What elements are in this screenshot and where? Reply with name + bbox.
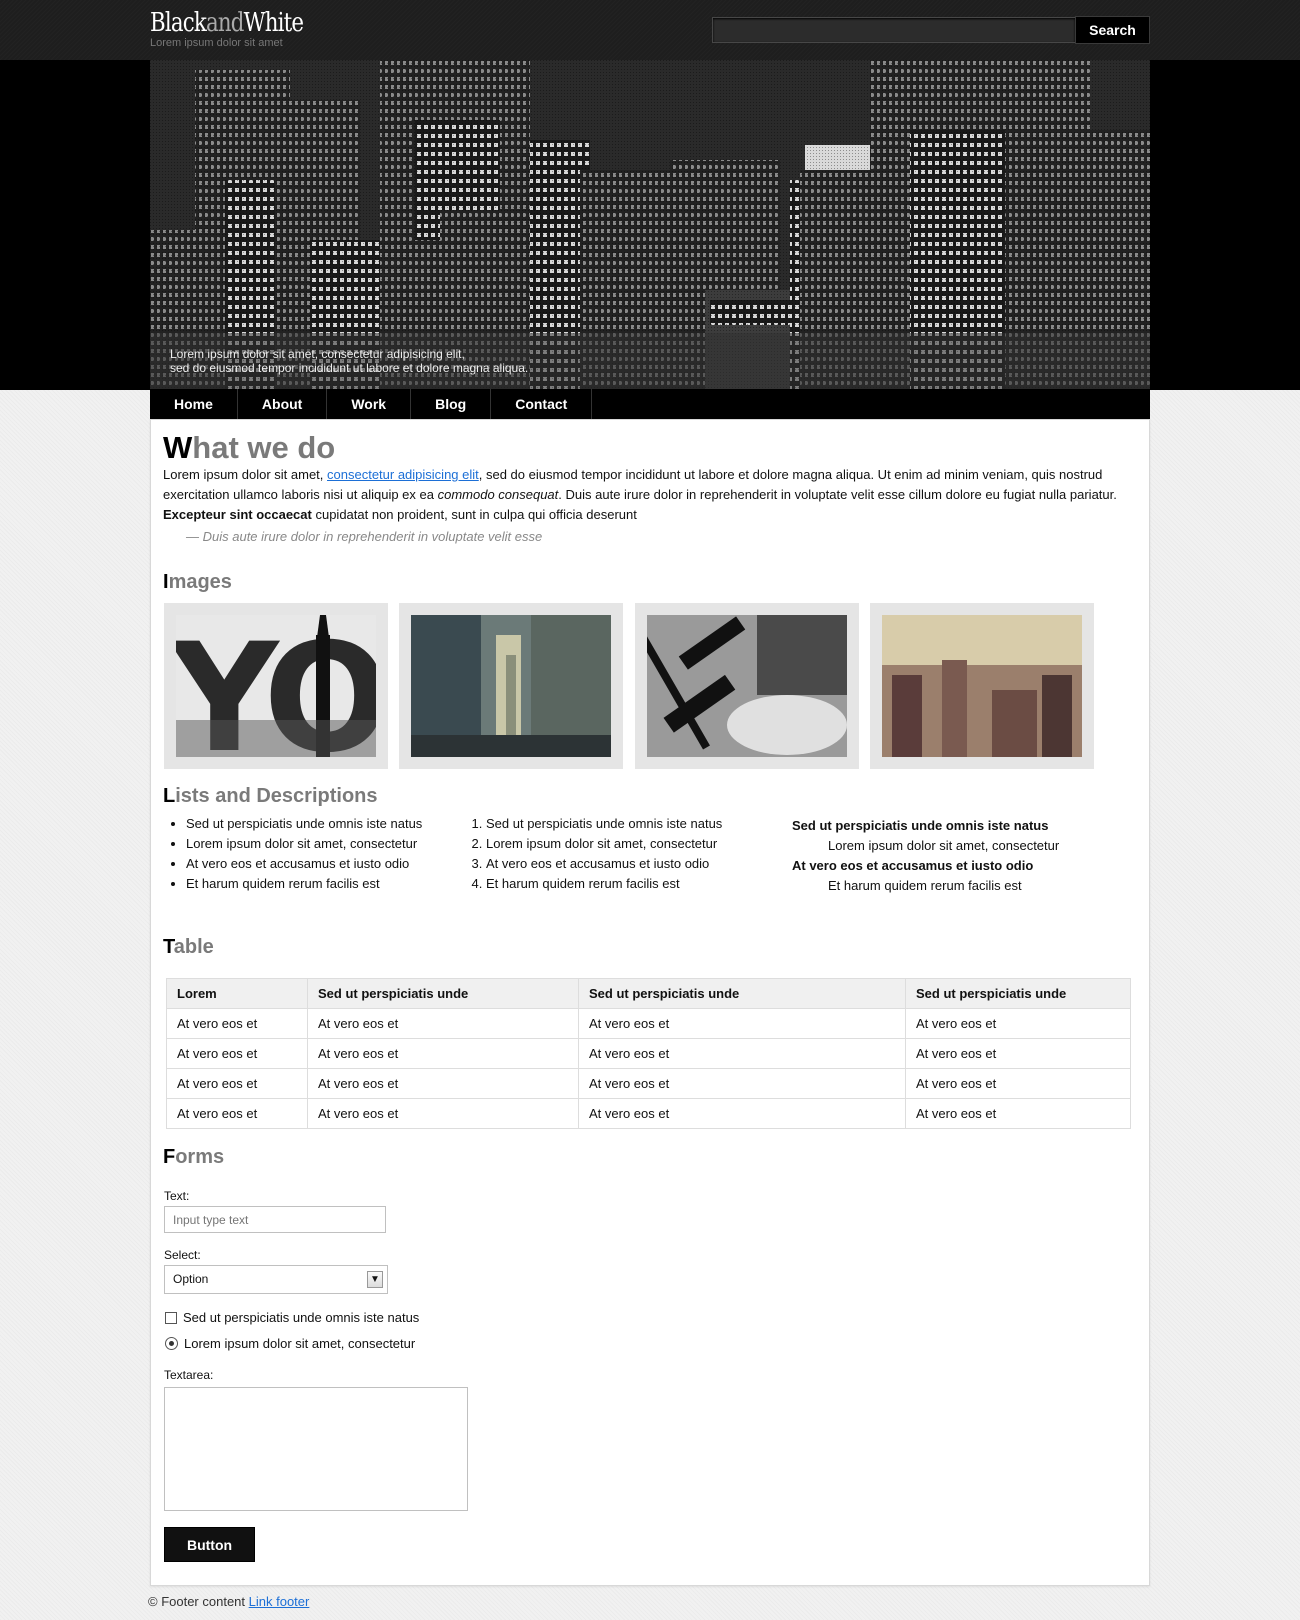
text-input[interactable] — [164, 1206, 386, 1233]
radio-button[interactable] — [165, 1337, 178, 1351]
list-item: Lorem ipsum dolor sit amet, consectetur — [486, 834, 722, 854]
table-header-row: Lorem Sed ut perspiciatis unde Sed ut pe… — [166, 978, 1131, 1009]
chevron-down-icon: ▼ — [367, 1271, 383, 1288]
main-content: What we do Lorem ipsum dolor sit amet, c… — [150, 419, 1150, 1586]
checkbox[interactable] — [165, 1311, 177, 1324]
numbered-list: Sed ut perspiciatis unde omnis iste natu… — [451, 814, 722, 894]
desc-definition: Lorem ipsum dolor sit amet, consectetur — [828, 838, 1060, 853]
list-item: At vero eos et accusamus et iusto odio — [486, 854, 722, 874]
table-header-cell: Sed ut perspiciatis unde — [578, 978, 906, 1009]
table-cell: At vero eos et — [905, 1038, 1131, 1069]
table-row: At vero eos et At vero eos et At vero eo… — [166, 1038, 1131, 1069]
image-wall-street-sign — [647, 615, 847, 757]
table-row: At vero eos et At vero eos et At vero eo… — [166, 1008, 1131, 1039]
main-nav: Home About Work Blog Contact — [150, 389, 1150, 419]
select-value: Option — [173, 1272, 209, 1286]
data-table: Lorem Sed ut perspiciatis unde Sed ut pe… — [166, 978, 1131, 1129]
bullet-list: Sed ut perspiciatis unde omnis iste natu… — [151, 814, 422, 894]
table-cell: At vero eos et — [307, 1098, 579, 1129]
desc-definition: Et harum quidem rerum facilis est — [828, 878, 1022, 893]
page-title: What we do — [163, 430, 336, 465]
list-item: Et harum quidem rerum facilis est — [486, 874, 722, 894]
nav-work[interactable]: Work — [327, 389, 412, 419]
forms-heading: Forms — [163, 1146, 225, 1168]
logo-tagline: Lorem ipsum dolor sit amet — [150, 37, 283, 49]
list-item: Lorem ipsum dolor sit amet, consectetur — [186, 834, 422, 854]
nav-contact[interactable]: Contact — [491, 389, 593, 419]
list-item: Sed ut perspiciatis unde omnis iste natu… — [486, 814, 722, 834]
table-cell: At vero eos et — [166, 1068, 308, 1099]
option-select[interactable]: Option ▼ — [164, 1265, 388, 1294]
table-header-cell: Sed ut perspiciatis unde — [905, 978, 1131, 1009]
table-cell: At vero eos et — [578, 1038, 906, 1069]
description-list: Sed ut perspiciatis unde omnis iste natu… — [792, 816, 1059, 896]
table-cell: At vero eos et — [578, 1008, 906, 1039]
footer-link[interactable]: Link footer — [249, 1594, 310, 1609]
images-heading: Images — [163, 571, 232, 593]
search-button[interactable]: Search — [1075, 16, 1150, 44]
message-textarea[interactable] — [164, 1387, 468, 1511]
footer: © Footer content Link footer — [148, 1594, 309, 1609]
site-logo[interactable]: BlackandWhite Lorem ipsum dolor sit amet — [150, 8, 337, 49]
hero-banner: Lorem ipsum dolor sit amet, consectetur … — [150, 60, 1150, 389]
image-thumbnail-wall-street[interactable] — [635, 603, 859, 769]
nav-about[interactable]: About — [238, 389, 328, 419]
table-row: At vero eos et At vero eos et At vero eo… — [166, 1068, 1131, 1099]
select-label: Select: — [164, 1248, 201, 1262]
image-thumbnail-street[interactable] — [399, 603, 623, 769]
table-cell: At vero eos et — [578, 1068, 906, 1099]
table-cell: At vero eos et — [578, 1098, 906, 1129]
hero-caption: Lorem ipsum dolor sit amet, consectetur … — [150, 333, 1150, 389]
image-aerial-city — [882, 615, 1082, 757]
submit-button[interactable]: Button — [164, 1527, 255, 1562]
footer-text: © Footer content — [148, 1594, 249, 1609]
logo-wordmark: BlackandWhite — [150, 8, 304, 38]
intro-paragraph: Lorem ipsum dolor sit amet, consectetur … — [163, 467, 1117, 522]
textarea-label: Textarea: — [164, 1368, 214, 1382]
hero-caption-line2: sed do eiusmod tempor incididunt ut labo… — [170, 361, 529, 375]
table-cell: At vero eos et — [905, 1068, 1131, 1099]
list-item: At vero eos et accusamus et iusto odio — [186, 854, 422, 874]
image-street — [411, 615, 611, 757]
text-field-label: Text: — [164, 1189, 190, 1203]
desc-term: At vero eos et accusamus et iusto odio — [792, 858, 1034, 873]
table-cell: At vero eos et — [166, 1098, 308, 1129]
table-heading: Table — [163, 936, 214, 958]
table-cell: At vero eos et — [166, 1008, 308, 1039]
table-header-cell: Sed ut perspiciatis unde — [307, 978, 579, 1009]
nav-blog[interactable]: Blog — [411, 389, 492, 419]
hero-caption-line1: Lorem ipsum dolor sit amet, consectetur … — [170, 347, 465, 361]
image-thumbnail-aerial[interactable] — [870, 603, 1094, 769]
table-cell: At vero eos et — [307, 1008, 579, 1039]
table-cell: At vero eos et — [905, 1008, 1131, 1039]
table-cell: At vero eos et — [307, 1068, 579, 1099]
list-item: Et harum quidem rerum facilis est — [186, 874, 422, 894]
desc-term: Sed ut perspiciatis unde omnis iste natu… — [792, 818, 1049, 833]
nav-home[interactable]: Home — [150, 389, 238, 419]
checkbox-row[interactable]: Sed ut perspiciatis unde omnis iste natu… — [165, 1309, 419, 1325]
checkbox-label: Sed ut perspiciatis unde omnis iste natu… — [183, 1310, 420, 1326]
table-cell: At vero eos et — [905, 1098, 1131, 1129]
image-york-letters: YOR — [176, 615, 376, 757]
intro-link[interactable]: consectetur adipisicing elit — [327, 467, 479, 482]
table-cell: At vero eos et — [166, 1038, 308, 1069]
image-thumbnail-york[interactable]: YOR — [164, 603, 388, 769]
list-item: Sed ut perspiciatis unde omnis iste natu… — [186, 814, 422, 834]
radio-row[interactable]: Lorem ipsum dolor sit amet, consectetur — [165, 1335, 415, 1351]
radio-label: Lorem ipsum dolor sit amet, consectetur — [184, 1336, 416, 1352]
search-input[interactable] — [712, 17, 1076, 43]
lists-heading: Lists and Descriptions — [163, 785, 378, 807]
table-cell: At vero eos et — [307, 1038, 579, 1069]
blockquote: — Duis aute irure dolor in reprehenderit… — [186, 529, 543, 544]
table-header-cell: Lorem — [166, 978, 308, 1009]
table-row: At vero eos et At vero eos et At vero eo… — [166, 1098, 1131, 1129]
